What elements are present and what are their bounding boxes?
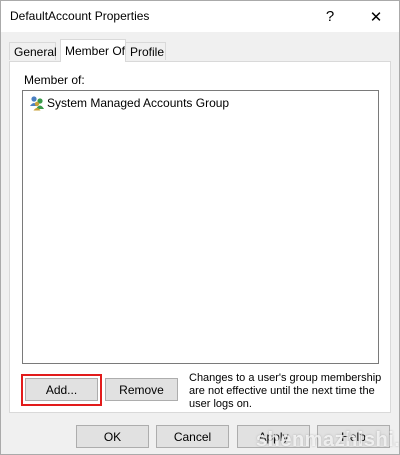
window-title: DefaultAccount Properties — [10, 9, 150, 23]
close-icon: ✕ — [369, 8, 383, 26]
cancel-button[interactable]: Cancel — [156, 425, 229, 448]
watermark-text: shenmazhishi.com — [256, 429, 400, 451]
ok-button[interactable]: OK — [76, 425, 149, 448]
question-mark-icon: ? — [325, 8, 335, 25]
group-icon — [30, 96, 44, 111]
remove-button[interactable]: Remove — [105, 378, 178, 401]
properties-dialog: DefaultAccount Properties ? ✕ General Me… — [0, 0, 400, 455]
tab-member-of[interactable]: Member Of — [60, 39, 126, 62]
close-button[interactable]: ✕ — [353, 1, 399, 32]
add-button[interactable]: Add... — [25, 378, 98, 401]
tab-general[interactable]: General — [9, 42, 57, 60]
membership-note: Changes to a user's group membership are… — [189, 372, 382, 410]
tab-panel: Member of: System Managed Accounts Group… — [9, 61, 391, 413]
member-of-label: Member of: — [24, 73, 85, 87]
title-bar: DefaultAccount Properties ? ✕ — [1, 1, 399, 32]
help-titlebar-button[interactable]: ? — [307, 1, 353, 32]
tab-profile[interactable]: Profile — [125, 42, 166, 60]
member-of-list[interactable]: System Managed Accounts Group — [22, 90, 379, 364]
group-name: System Managed Accounts Group — [47, 96, 230, 110]
list-item[interactable]: System Managed Accounts Group — [29, 94, 229, 112]
